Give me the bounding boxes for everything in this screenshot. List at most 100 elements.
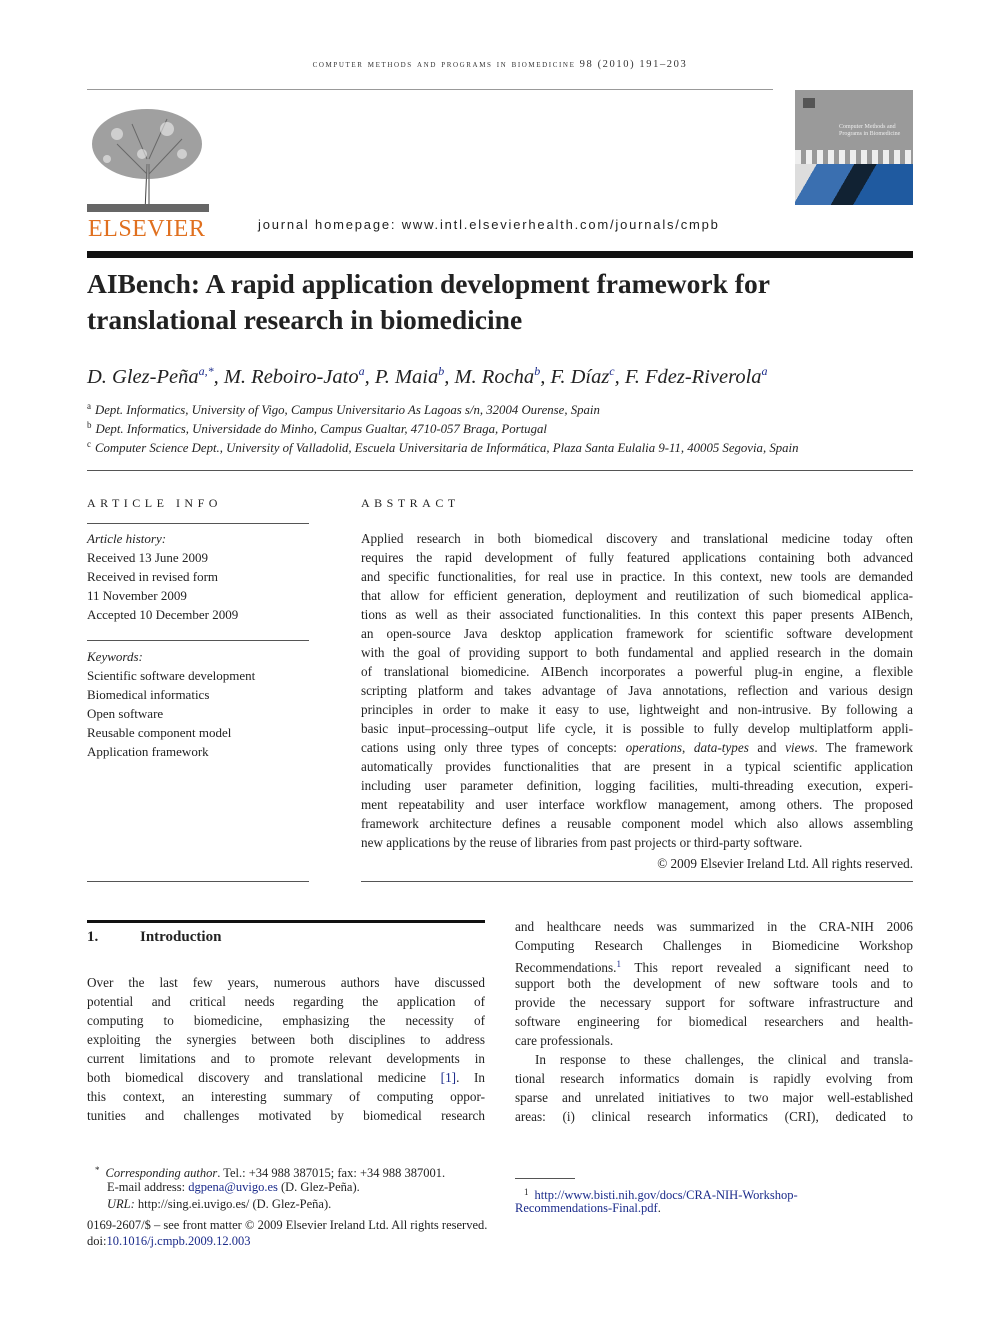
- text-segment: and healthcare needs was summarized in t…: [515, 919, 913, 934]
- text-line: current limitations and to promote relev…: [87, 1049, 485, 1068]
- text-line: scripting platform and takes advantage o…: [361, 681, 913, 700]
- email-link[interactable]: dgpena@uvigo.es: [188, 1180, 278, 1194]
- text-line: both biomedical discovery and translatio…: [87, 1068, 485, 1087]
- text-segment: tions as well as their associated functi…: [361, 607, 913, 622]
- affiliation-mark[interactable]: c: [609, 364, 614, 378]
- footnote-link[interactable]: Recommendations-Final.pdf: [515, 1201, 658, 1215]
- text-segment: scripting platform and takes advantage o…: [361, 683, 913, 698]
- text-line: Over the last few years, numerous author…: [87, 973, 485, 992]
- divider: [87, 523, 309, 524]
- text-line: provide the necessary support for softwa…: [515, 993, 913, 1012]
- email-footnote: E-mail address: dgpena@uvigo.es (D. Glez…: [107, 1180, 360, 1194]
- text-line: sparse and unrelated initiatives to two …: [515, 1088, 913, 1107]
- text-line: framework architecture defines a reusabl…: [361, 814, 913, 833]
- affiliation-mark[interactable]: b: [534, 364, 540, 378]
- intro-right-column: and healthcare needs was summarized in t…: [515, 917, 913, 1126]
- divider: [87, 470, 913, 471]
- text-segment: ment repeatability and user interface wo…: [361, 797, 913, 812]
- header-rule: [87, 89, 773, 90]
- text-line: tional research informatics domain is ra…: [515, 1069, 913, 1088]
- text-line: cations using only three types of concep…: [361, 738, 913, 757]
- keyword: Biomedical informatics: [87, 687, 210, 702]
- text-line: of translational biomedicine. AIBench in…: [361, 662, 913, 681]
- text-segment: computing to biomedicine, emphasizing th…: [87, 1013, 485, 1028]
- text-segment: support both the development of new soft…: [515, 976, 913, 991]
- text-segment: care professionals.: [515, 1033, 614, 1048]
- affiliation-mark[interactable]: a: [359, 364, 365, 378]
- text-segment: both biomedical discovery and translatio…: [87, 1070, 441, 1085]
- text-segment: areas: (i) clinical research informatics…: [515, 1109, 913, 1124]
- text-line: Applied research in both biomedical disc…: [361, 529, 913, 548]
- text-line: and healthcare needs was summarized in t…: [515, 917, 913, 936]
- text-segment: views: [785, 740, 815, 755]
- affiliation: c Computer Science Dept., University of V…: [87, 439, 799, 455]
- text-segment: and specific functionalities, for real u…: [361, 569, 913, 584]
- text-segment: including user parameter definition, log…: [361, 778, 913, 793]
- footnote-1-cont: Recommendations-Final.pdf.: [515, 1201, 661, 1215]
- author: M. Rocha: [454, 366, 535, 388]
- text-line: that allow for efficient generation, dep…: [361, 586, 913, 605]
- text-segment: tional research informatics domain is ra…: [515, 1071, 913, 1086]
- text-line: with the goal of providing support to bo…: [361, 643, 913, 662]
- author: D. Glez-Peña: [87, 366, 199, 388]
- text-line: and specific functionalities, for real u…: [361, 567, 913, 586]
- text-segment: operations: [625, 740, 682, 755]
- history-item: Accepted 10 December 2009: [87, 607, 239, 622]
- text-segment: framework architecture defines a reusabl…: [361, 816, 913, 831]
- cover-title: Computer Methods and Programs in Biomedi…: [839, 124, 901, 137]
- url-footnote: URL: http://sing.ei.uvigo.es/ (D. Glez-P…: [107, 1197, 332, 1211]
- divider: [361, 881, 913, 882]
- text-segment: with the goal of providing support to bo…: [361, 645, 913, 660]
- text-segment: ,: [681, 740, 694, 755]
- text-segment: that allow for efficient generation, dep…: [361, 588, 913, 603]
- text-segment: software engineering for biomedical rese…: [515, 1014, 913, 1029]
- affiliation-mark[interactable]: b: [438, 364, 444, 378]
- intro-left-column: Over the last few years, numerous author…: [87, 973, 485, 1125]
- elsevier-logo-text: ELSEVIER: [88, 216, 206, 242]
- keyword: Reusable component model: [87, 725, 232, 740]
- text-segment: sparse and unrelated initiatives to two …: [515, 1090, 913, 1105]
- text-segment: automatically provides functionalities t…: [361, 759, 913, 774]
- text-line: tunities and challenges motivated by bio…: [87, 1106, 485, 1125]
- text-line: care professionals.: [515, 1031, 913, 1050]
- keyword: Application framework: [87, 744, 209, 759]
- title-bar-rule: [87, 251, 913, 258]
- text-line: software engineering for biomedical rese…: [515, 1012, 913, 1031]
- text-line: this context, an interesting summary of …: [87, 1087, 485, 1106]
- history-item: Received 13 June 2009: [87, 550, 208, 565]
- text-segment: principles in order to make it easy to u…: [361, 702, 913, 717]
- text-segment: exploiting the synergies between both di…: [87, 1032, 485, 1047]
- text-line: new applications by the reuse of librari…: [361, 833, 913, 852]
- text-segment: provide the necessary support for softwa…: [515, 995, 913, 1010]
- text-line: tions as well as their associated functi…: [361, 605, 913, 624]
- copyright: © 2009 Elsevier Ireland Ltd. All rights …: [657, 856, 913, 871]
- text-segment: tunities and challenges motivated by bio…: [87, 1108, 485, 1123]
- text-line: ment repeatability and user interface wo…: [361, 795, 913, 814]
- doi-link[interactable]: 10.1016/j.cmpb.2009.12.003: [106, 1234, 250, 1248]
- journal-homepage: journal homepage: www.intl.elsevierhealt…: [258, 217, 720, 232]
- author: M. Reboiro-Jato: [223, 366, 359, 388]
- text-segment: Computing Research Challenges in Biomedi…: [515, 938, 913, 953]
- text-line: areas: (i) clinical research informatics…: [515, 1107, 913, 1126]
- affiliation-mark[interactable]: a: [762, 364, 768, 378]
- citation-link[interactable]: [1]: [441, 1070, 456, 1085]
- text-segment: cations using only three types of concep…: [361, 740, 626, 755]
- text-segment: this context, an interesting summary of …: [87, 1089, 485, 1104]
- keyword: Scientific software development: [87, 668, 256, 683]
- text-line: In response to these challenges, the cli…: [515, 1050, 913, 1069]
- text-segment: an open-source Java desktop application …: [361, 626, 913, 641]
- article-history: Article history: Received 13 June 2009 R…: [87, 529, 309, 624]
- front-matter: 0169-2607/$ – see front matter © 2009 El…: [87, 1218, 488, 1232]
- running-head: computer methods and programs in biomedi…: [312, 59, 688, 70]
- text-segment: potential and critical needs regarding t…: [87, 994, 485, 1009]
- text-segment: and: [748, 740, 786, 755]
- article-info-heading: ARTICLE INFO: [87, 496, 222, 510]
- text-line: automatically provides functionalities t…: [361, 757, 913, 776]
- affiliation-mark[interactable]: a,*: [199, 364, 214, 378]
- history-label: Article history:: [87, 531, 167, 546]
- affiliation: a Dept. Informatics, University of Vigo, …: [87, 401, 600, 417]
- text-segment: In response to these challenges, the cli…: [535, 1052, 913, 1067]
- text-segment: current limitations and to promote relev…: [87, 1051, 485, 1066]
- keywords-label: Keywords:: [87, 649, 143, 664]
- footnote-rule: [515, 1178, 575, 1179]
